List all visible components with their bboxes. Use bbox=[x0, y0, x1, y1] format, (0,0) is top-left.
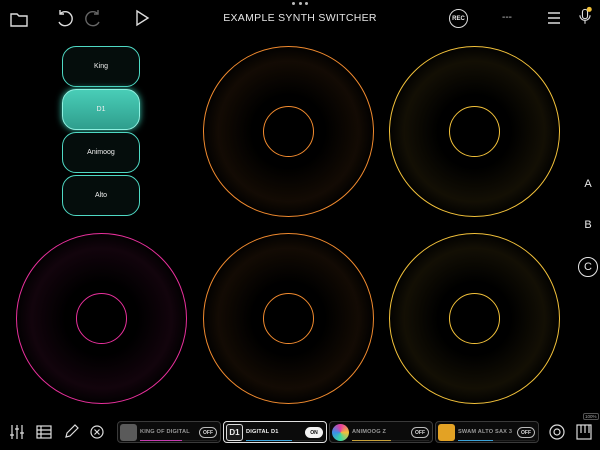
zoom-badge: 100% bbox=[583, 413, 599, 420]
pad-inner-ring bbox=[449, 106, 500, 157]
record-circle-icon[interactable] bbox=[548, 423, 566, 441]
synth-thumbnail bbox=[438, 424, 455, 441]
folder-icon[interactable] bbox=[8, 8, 30, 30]
app-title: EXAMPLE SYNTH SWITCHER bbox=[223, 12, 377, 24]
top-bar: EXAMPLE SYNTH SWITCHER REC --- bbox=[0, 0, 600, 36]
pad-bottom-right[interactable] bbox=[389, 233, 560, 404]
keyboard-icon[interactable] bbox=[575, 423, 593, 441]
synth-name: ANIMOOG Z bbox=[352, 429, 387, 435]
power-toggle[interactable]: OFF bbox=[199, 427, 217, 438]
synth-slot-swam-alto-sax[interactable]: SWAM ALTO SAX 3 OFF bbox=[435, 421, 539, 443]
level-meter bbox=[140, 439, 217, 441]
scene-a-button[interactable]: A bbox=[578, 174, 598, 194]
status-text: --- bbox=[502, 12, 512, 23]
synth-thumbnail: D1 bbox=[226, 424, 243, 441]
menu-icon[interactable] bbox=[543, 7, 565, 29]
microphone-icon[interactable] bbox=[574, 6, 596, 28]
synth-slot-king-of-digital[interactable]: KING OF DIGITAL OFF bbox=[117, 421, 221, 443]
preset-button-animoog[interactable]: Animoog bbox=[62, 132, 140, 173]
synth-name: SWAM ALTO SAX 3 bbox=[458, 429, 513, 435]
pad-inner-ring bbox=[263, 293, 314, 344]
pad-top-right[interactable] bbox=[389, 46, 560, 217]
synth-thumbnail bbox=[120, 424, 137, 441]
pad-inner-ring bbox=[263, 106, 314, 157]
pad-inner-ring bbox=[449, 293, 500, 344]
more-options-dots[interactable] bbox=[292, 2, 308, 6]
preset-button-king[interactable]: King bbox=[62, 46, 140, 87]
pad-inner-ring bbox=[76, 293, 127, 344]
level-meter bbox=[458, 439, 535, 441]
pad-bottom-left[interactable] bbox=[16, 233, 187, 404]
preset-button-d1[interactable]: D1 bbox=[62, 89, 140, 130]
redo-icon[interactable] bbox=[83, 7, 105, 29]
mixer-icon[interactable] bbox=[8, 423, 26, 441]
list-icon[interactable] bbox=[35, 423, 53, 441]
scene-c-button[interactable]: C bbox=[578, 257, 598, 277]
record-button[interactable]: REC bbox=[449, 9, 468, 28]
play-icon[interactable] bbox=[131, 7, 153, 29]
pen-icon[interactable] bbox=[62, 423, 80, 441]
synth-name: DIGITAL D1 bbox=[246, 429, 279, 435]
power-toggle[interactable]: OFF bbox=[411, 427, 429, 438]
scene-b-button[interactable]: B bbox=[578, 215, 598, 235]
pad-bottom-middle[interactable] bbox=[203, 233, 374, 404]
undo-icon[interactable] bbox=[53, 7, 75, 29]
synth-slot-digital-d1[interactable]: D1 DIGITAL D1 ON bbox=[223, 421, 327, 443]
synth-thumbnail bbox=[332, 424, 349, 441]
power-toggle[interactable]: OFF bbox=[517, 427, 535, 438]
level-meter bbox=[352, 439, 429, 441]
synth-slot-animoog-z[interactable]: ANIMOOG Z OFF bbox=[329, 421, 433, 443]
synth-name: KING OF DIGITAL bbox=[140, 429, 190, 435]
pad-top-middle[interactable] bbox=[203, 46, 374, 217]
power-toggle[interactable]: ON bbox=[305, 427, 323, 438]
level-meter bbox=[246, 439, 323, 441]
preset-button-alto[interactable]: Alto bbox=[62, 175, 140, 216]
close-circle-icon[interactable] bbox=[88, 423, 106, 441]
